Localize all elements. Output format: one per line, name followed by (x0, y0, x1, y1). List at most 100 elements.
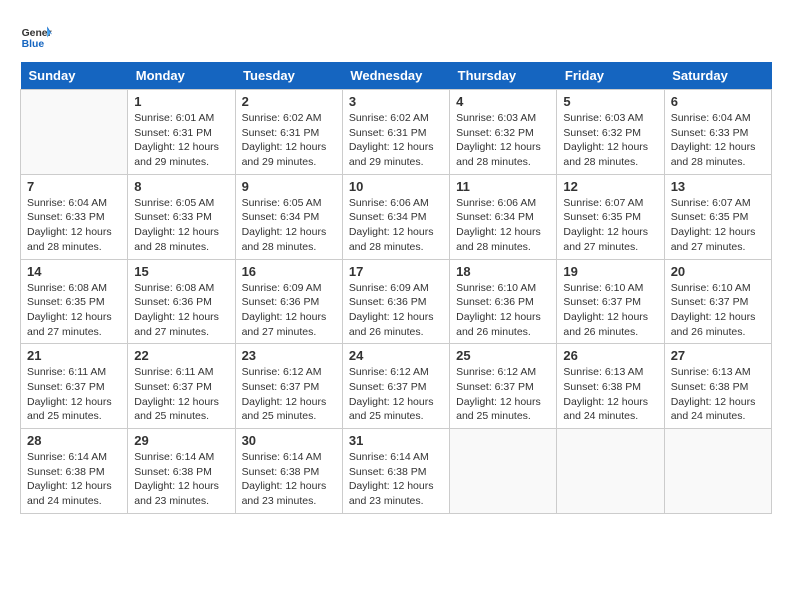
date-number: 4 (456, 94, 550, 109)
calendar-cell: 22 Sunrise: 6:11 AM Sunset: 6:37 PM Dayli… (128, 344, 235, 429)
calendar-cell: 16Sunrise: 6:09 AM Sunset: 6:36 PM Dayli… (235, 259, 342, 344)
date-number: 2 (242, 94, 336, 109)
calendar-cell: 26 Sunrise: 6:13 AM Sunset: 6:38 PM Dayli… (557, 344, 664, 429)
calendar-cell: 27 Sunrise: 6:13 AM Sunset: 6:38 PM Dayli… (664, 344, 771, 429)
cell-info: Sunrise: 6:10 AM Sunset: 6:36 PM Dayligh… (456, 281, 550, 340)
date-number: 25 (456, 348, 550, 363)
cell-info: Sunrise: 6:14 AM Sunset: 6:38 PM Dayligh… (27, 450, 121, 509)
date-number: 24 (349, 348, 443, 363)
cell-info: Sunrise: 6:13 AM Sunset: 6:38 PM Dayligh… (563, 365, 657, 424)
calendar-cell: 2 Sunrise: 6:02 AM Sunset: 6:31 PM Daylig… (235, 90, 342, 175)
logo-icon: General Blue (20, 20, 52, 52)
day-header-thursday: Thursday (450, 62, 557, 90)
calendar-table: SundayMondayTuesdayWednesdayThursdayFrid… (20, 62, 772, 514)
calendar-cell: 28 Sunrise: 6:14 AM Sunset: 6:38 PM Dayli… (21, 429, 128, 514)
date-number: 30 (242, 433, 336, 448)
date-number: 13 (671, 179, 765, 194)
calendar-cell: 3 Sunrise: 6:02 AM Sunset: 6:31 PM Daylig… (342, 90, 449, 175)
calendar-cell: 29 Sunrise: 6:14 AM Sunset: 6:38 PM Dayli… (128, 429, 235, 514)
date-number: 27 (671, 348, 765, 363)
cell-info: Sunrise: 6:11 AM Sunset: 6:37 PM Dayligh… (134, 365, 228, 424)
calendar-cell: 24 Sunrise: 6:12 AM Sunset: 6:37 PM Dayli… (342, 344, 449, 429)
date-number: 19 (563, 264, 657, 279)
cell-info: Sunrise: 6:14 AM Sunset: 6:38 PM Dayligh… (349, 450, 443, 509)
cell-info: Sunrise: 6:02 AM Sunset: 6:31 PM Dayligh… (349, 111, 443, 170)
cell-info: Sunrise: 6:08 AM Sunset: 6:35 PM Dayligh… (27, 281, 121, 340)
cell-info: Sunrise: 6:06 AM Sunset: 6:34 PM Dayligh… (456, 196, 550, 255)
date-number: 12 (563, 179, 657, 194)
cell-info: Sunrise: 6:09 AM Sunset: 6:36 PM Dayligh… (349, 281, 443, 340)
date-number: 7 (27, 179, 121, 194)
cell-info: Sunrise: 6:12 AM Sunset: 6:37 PM Dayligh… (456, 365, 550, 424)
calendar-cell: 31 Sunrise: 6:14 AM Sunset: 6:38 PM Dayli… (342, 429, 449, 514)
cell-info: Sunrise: 6:03 AM Sunset: 6:32 PM Dayligh… (456, 111, 550, 170)
cell-info: Sunrise: 6:14 AM Sunset: 6:38 PM Dayligh… (134, 450, 228, 509)
calendar-cell: 23Sunrise: 6:12 AM Sunset: 6:37 PM Dayli… (235, 344, 342, 429)
calendar-cell: 12 Sunrise: 6:07 AM Sunset: 6:35 PM Dayli… (557, 174, 664, 259)
calendar-cell: 11 Sunrise: 6:06 AM Sunset: 6:34 PM Dayli… (450, 174, 557, 259)
calendar-cell: 9 Sunrise: 6:05 AM Sunset: 6:34 PM Daylig… (235, 174, 342, 259)
date-number: 17 (349, 264, 443, 279)
date-number: 28 (27, 433, 121, 448)
calendar-cell: 20 Sunrise: 6:10 AM Sunset: 6:37 PM Dayli… (664, 259, 771, 344)
calendar-cell: 25 Sunrise: 6:12 AM Sunset: 6:37 PM Dayli… (450, 344, 557, 429)
date-number: 1 (134, 94, 228, 109)
calendar-cell: 30Sunrise: 6:14 AM Sunset: 6:38 PM Dayli… (235, 429, 342, 514)
date-number: 20 (671, 264, 765, 279)
date-number: 3 (349, 94, 443, 109)
cell-info: Sunrise: 6:12 AM Sunset: 6:37 PM Dayligh… (242, 365, 336, 424)
day-header-friday: Friday (557, 62, 664, 90)
cell-info: Sunrise: 6:02 AM Sunset: 6:31 PM Dayligh… (242, 111, 336, 170)
calendar-cell: 7 Sunrise: 6:04 AM Sunset: 6:33 PM Daylig… (21, 174, 128, 259)
date-number: 10 (349, 179, 443, 194)
cell-info: Sunrise: 6:04 AM Sunset: 6:33 PM Dayligh… (27, 196, 121, 255)
calendar-cell: 5 Sunrise: 6:03 AM Sunset: 6:32 PM Daylig… (557, 90, 664, 175)
cell-info: Sunrise: 6:10 AM Sunset: 6:37 PM Dayligh… (671, 281, 765, 340)
date-number: 31 (349, 433, 443, 448)
calendar-cell: 13Sunrise: 6:07 AM Sunset: 6:35 PM Dayli… (664, 174, 771, 259)
date-number: 11 (456, 179, 550, 194)
svg-text:Blue: Blue (22, 39, 45, 50)
calendar-cell: 6 Sunrise: 6:04 AM Sunset: 6:33 PM Daylig… (664, 90, 771, 175)
calendar-cell (21, 90, 128, 175)
calendar-cell (557, 429, 664, 514)
date-number: 29 (134, 433, 228, 448)
date-number: 18 (456, 264, 550, 279)
cell-info: Sunrise: 6:13 AM Sunset: 6:38 PM Dayligh… (671, 365, 765, 424)
day-header-tuesday: Tuesday (235, 62, 342, 90)
day-header-sunday: Sunday (21, 62, 128, 90)
date-number: 26 (563, 348, 657, 363)
cell-info: Sunrise: 6:06 AM Sunset: 6:34 PM Dayligh… (349, 196, 443, 255)
date-number: 5 (563, 94, 657, 109)
date-number: 9 (242, 179, 336, 194)
date-number: 8 (134, 179, 228, 194)
calendar-cell: 10 Sunrise: 6:06 AM Sunset: 6:34 PM Dayli… (342, 174, 449, 259)
day-header-saturday: Saturday (664, 62, 771, 90)
cell-info: Sunrise: 6:01 AM Sunset: 6:31 PM Dayligh… (134, 111, 228, 170)
date-number: 15 (134, 264, 228, 279)
calendar-cell: 15Sunrise: 6:08 AM Sunset: 6:36 PM Dayli… (128, 259, 235, 344)
date-number: 21 (27, 348, 121, 363)
day-header-wednesday: Wednesday (342, 62, 449, 90)
date-number: 14 (27, 264, 121, 279)
page-header: General Blue (20, 20, 772, 52)
cell-info: Sunrise: 6:04 AM Sunset: 6:33 PM Dayligh… (671, 111, 765, 170)
calendar-cell (450, 429, 557, 514)
cell-info: Sunrise: 6:12 AM Sunset: 6:37 PM Dayligh… (349, 365, 443, 424)
cell-info: Sunrise: 6:03 AM Sunset: 6:32 PM Dayligh… (563, 111, 657, 170)
date-number: 22 (134, 348, 228, 363)
calendar-cell: 1 Sunrise: 6:01 AM Sunset: 6:31 PM Daylig… (128, 90, 235, 175)
calendar-cell: 14 Sunrise: 6:08 AM Sunset: 6:35 PM Dayli… (21, 259, 128, 344)
calendar-cell: 18 Sunrise: 6:10 AM Sunset: 6:36 PM Dayli… (450, 259, 557, 344)
calendar-cell: 19 Sunrise: 6:10 AM Sunset: 6:37 PM Dayli… (557, 259, 664, 344)
calendar-cell: 21 Sunrise: 6:11 AM Sunset: 6:37 PM Dayli… (21, 344, 128, 429)
date-number: 16 (242, 264, 336, 279)
cell-info: Sunrise: 6:05 AM Sunset: 6:33 PM Dayligh… (134, 196, 228, 255)
cell-info: Sunrise: 6:05 AM Sunset: 6:34 PM Dayligh… (242, 196, 336, 255)
calendar-cell: 8 Sunrise: 6:05 AM Sunset: 6:33 PM Daylig… (128, 174, 235, 259)
date-number: 6 (671, 94, 765, 109)
day-header-monday: Monday (128, 62, 235, 90)
cell-info: Sunrise: 6:10 AM Sunset: 6:37 PM Dayligh… (563, 281, 657, 340)
cell-info: Sunrise: 6:11 AM Sunset: 6:37 PM Dayligh… (27, 365, 121, 424)
cell-info: Sunrise: 6:07 AM Sunset: 6:35 PM Dayligh… (563, 196, 657, 255)
